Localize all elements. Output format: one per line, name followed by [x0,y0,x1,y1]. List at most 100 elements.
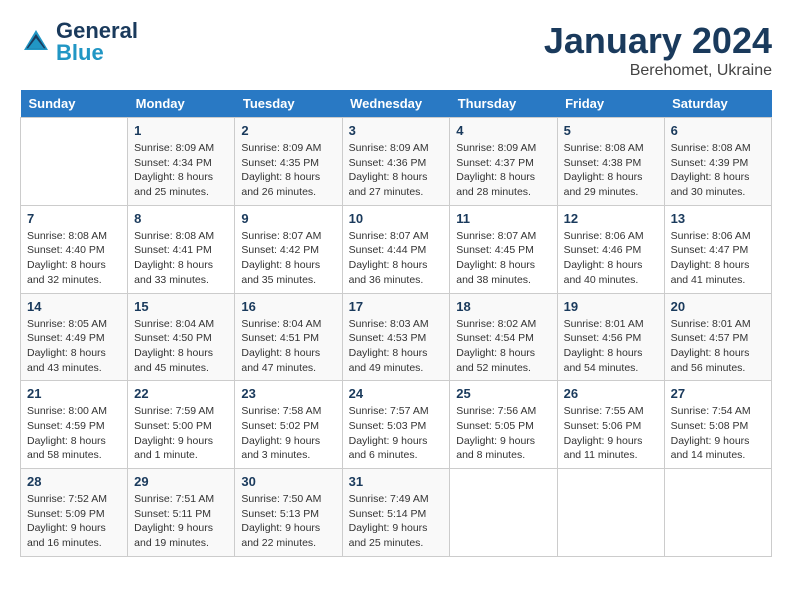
day-info: Sunrise: 8:00 AM Sunset: 4:59 PM Dayligh… [27,404,121,463]
header-row: SundayMondayTuesdayWednesdayThursdayFrid… [21,90,772,118]
day-header-sunday: Sunday [21,90,128,118]
calendar-cell: 29 Sunrise: 7:51 AM Sunset: 5:11 PM Dayli… [128,469,235,557]
calendar-cell: 19Sunrise: 8:01 AM Sunset: 4:56 PM Dayli… [557,293,664,381]
day-header-friday: Friday [557,90,664,118]
day-number: 5 [564,123,658,138]
logo-text: GeneralBlue [56,20,138,64]
day-info: Sunrise: 8:08 AM Sunset: 4:40 PM Dayligh… [27,229,121,288]
day-number: 16 [241,299,335,314]
week-row-4: 21Sunrise: 8:00 AM Sunset: 4:59 PM Dayli… [21,381,772,469]
day-number: 28 [27,474,121,489]
calendar-cell: 5 Sunrise: 8:08 AM Sunset: 4:38 PM Daylig… [557,118,664,206]
day-number: 13 [671,211,765,226]
week-row-3: 14Sunrise: 8:05 AM Sunset: 4:49 PM Dayli… [21,293,772,381]
calendar-cell: 23Sunrise: 7:58 AM Sunset: 5:02 PM Dayli… [235,381,342,469]
calendar-table: SundayMondayTuesdayWednesdayThursdayFrid… [20,90,772,557]
day-number: 26 [564,386,658,401]
day-number: 18 [456,299,550,314]
day-number: 29 [134,474,228,489]
day-number: 24 [349,386,444,401]
subtitle: Berehomet, Ukraine [544,62,772,80]
day-number: 1 [134,123,228,138]
day-info: Sunrise: 8:02 AM Sunset: 4:54 PM Dayligh… [456,317,550,376]
day-info: Sunrise: 7:56 AM Sunset: 5:05 PM Dayligh… [456,404,550,463]
day-number: 30 [241,474,335,489]
week-row-2: 7 Sunrise: 8:08 AM Sunset: 4:40 PM Daylig… [21,205,772,293]
calendar-cell: 1 Sunrise: 8:09 AM Sunset: 4:34 PM Daylig… [128,118,235,206]
day-info: Sunrise: 8:07 AM Sunset: 4:45 PM Dayligh… [456,229,550,288]
day-number: 27 [671,386,765,401]
calendar-cell: 6 Sunrise: 8:08 AM Sunset: 4:39 PM Daylig… [664,118,771,206]
calendar-cell: 30 Sunrise: 7:50 AM Sunset: 5:13 PM Dayli… [235,469,342,557]
logo-icon [20,26,52,58]
day-info: Sunrise: 8:06 AM Sunset: 4:46 PM Dayligh… [564,229,658,288]
day-info: Sunrise: 7:59 AM Sunset: 5:00 PM Dayligh… [134,404,228,463]
day-info: Sunrise: 8:08 AM Sunset: 4:39 PM Dayligh… [671,141,765,200]
week-row-5: 28Sunrise: 7:52 AM Sunset: 5:09 PM Dayli… [21,469,772,557]
calendar-cell: 26 Sunrise: 7:55 AM Sunset: 5:06 PM Dayli… [557,381,664,469]
day-number: 7 [27,211,121,226]
day-info: Sunrise: 8:06 AM Sunset: 4:47 PM Dayligh… [671,229,765,288]
day-number: 19 [564,299,658,314]
day-info: Sunrise: 8:08 AM Sunset: 4:41 PM Dayligh… [134,229,228,288]
calendar-cell: 12 Sunrise: 8:06 AM Sunset: 4:46 PM Dayli… [557,205,664,293]
day-info: Sunrise: 7:55 AM Sunset: 5:06 PM Dayligh… [564,404,658,463]
calendar-cell: 16Sunrise: 8:04 AM Sunset: 4:51 PM Dayli… [235,293,342,381]
day-info: Sunrise: 8:07 AM Sunset: 4:44 PM Dayligh… [349,229,444,288]
day-header-tuesday: Tuesday [235,90,342,118]
day-number: 9 [241,211,335,226]
day-info: Sunrise: 7:57 AM Sunset: 5:03 PM Dayligh… [349,404,444,463]
day-number: 25 [456,386,550,401]
calendar-cell: 8 Sunrise: 8:08 AM Sunset: 4:41 PM Daylig… [128,205,235,293]
day-number: 6 [671,123,765,138]
day-info: Sunrise: 8:09 AM Sunset: 4:35 PM Dayligh… [241,141,335,200]
calendar-cell [450,469,557,557]
calendar-cell: 31 Sunrise: 7:49 AM Sunset: 5:14 PM Dayli… [342,469,450,557]
title-block: January 2024 Berehomet, Ukraine [544,20,772,80]
day-info: Sunrise: 8:09 AM Sunset: 4:37 PM Dayligh… [456,141,550,200]
calendar-cell [21,118,128,206]
day-info: Sunrise: 7:51 AM Sunset: 5:11 PM Dayligh… [134,492,228,551]
calendar-cell [557,469,664,557]
calendar-cell: 7 Sunrise: 8:08 AM Sunset: 4:40 PM Daylig… [21,205,128,293]
calendar-cell: 10 Sunrise: 8:07 AM Sunset: 4:44 PM Dayli… [342,205,450,293]
day-number: 10 [349,211,444,226]
calendar-cell: 3Sunrise: 8:09 AM Sunset: 4:36 PM Daylig… [342,118,450,206]
day-number: 8 [134,211,228,226]
day-info: Sunrise: 7:50 AM Sunset: 5:13 PM Dayligh… [241,492,335,551]
calendar-cell: 24 Sunrise: 7:57 AM Sunset: 5:03 PM Dayli… [342,381,450,469]
calendar-cell: 21Sunrise: 8:00 AM Sunset: 4:59 PM Dayli… [21,381,128,469]
week-row-1: 1 Sunrise: 8:09 AM Sunset: 4:34 PM Daylig… [21,118,772,206]
day-info: Sunrise: 8:09 AM Sunset: 4:34 PM Dayligh… [134,141,228,200]
day-header-wednesday: Wednesday [342,90,450,118]
day-info: Sunrise: 8:09 AM Sunset: 4:36 PM Dayligh… [349,141,444,200]
calendar-cell: 18 Sunrise: 8:02 AM Sunset: 4:54 PM Dayli… [450,293,557,381]
calendar-cell: 13 Sunrise: 8:06 AM Sunset: 4:47 PM Dayli… [664,205,771,293]
day-info: Sunrise: 8:05 AM Sunset: 4:49 PM Dayligh… [27,317,121,376]
main-title: January 2024 [544,20,772,62]
day-number: 22 [134,386,228,401]
calendar-cell: 4 Sunrise: 8:09 AM Sunset: 4:37 PM Daylig… [450,118,557,206]
calendar-cell: 9 Sunrise: 8:07 AM Sunset: 4:42 PM Daylig… [235,205,342,293]
calendar-cell [664,469,771,557]
calendar-cell: 2 Sunrise: 8:09 AM Sunset: 4:35 PM Daylig… [235,118,342,206]
calendar-cell: 17Sunrise: 8:03 AM Sunset: 4:53 PM Dayli… [342,293,450,381]
calendar-cell: 11Sunrise: 8:07 AM Sunset: 4:45 PM Dayli… [450,205,557,293]
day-number: 4 [456,123,550,138]
day-header-saturday: Saturday [664,90,771,118]
day-header-monday: Monday [128,90,235,118]
day-number: 2 [241,123,335,138]
calendar-cell: 28Sunrise: 7:52 AM Sunset: 5:09 PM Dayli… [21,469,128,557]
day-info: Sunrise: 8:01 AM Sunset: 4:57 PM Dayligh… [671,317,765,376]
calendar-cell: 27Sunrise: 7:54 AM Sunset: 5:08 PM Dayli… [664,381,771,469]
calendar-cell: 25 Sunrise: 7:56 AM Sunset: 5:05 PM Dayli… [450,381,557,469]
page-header: GeneralBlue January 2024 Berehomet, Ukra… [20,20,772,80]
day-number: 12 [564,211,658,226]
day-number: 31 [349,474,444,489]
day-info: Sunrise: 8:03 AM Sunset: 4:53 PM Dayligh… [349,317,444,376]
day-info: Sunrise: 7:49 AM Sunset: 5:14 PM Dayligh… [349,492,444,551]
day-info: Sunrise: 8:07 AM Sunset: 4:42 PM Dayligh… [241,229,335,288]
calendar-cell: 15Sunrise: 8:04 AM Sunset: 4:50 PM Dayli… [128,293,235,381]
day-info: Sunrise: 8:08 AM Sunset: 4:38 PM Dayligh… [564,141,658,200]
day-number: 20 [671,299,765,314]
